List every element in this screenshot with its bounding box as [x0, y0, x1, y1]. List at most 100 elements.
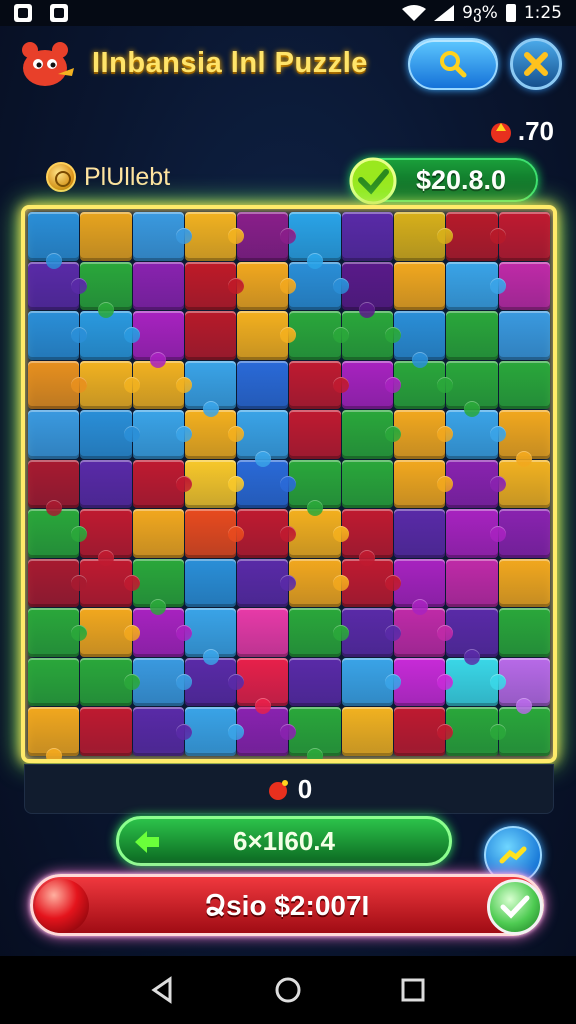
- puzzle-piece[interactable]: [394, 360, 454, 410]
- puzzle-piece[interactable]: [341, 261, 394, 318]
- puzzle-piece[interactable]: [446, 261, 507, 311]
- puzzle-piece[interactable]: [341, 459, 394, 509]
- puzzle-piece[interactable]: [28, 509, 88, 558]
- puzzle-piece[interactable]: [394, 707, 454, 756]
- action-bar[interactable]: Ձsio $2:007I: [30, 874, 544, 936]
- puzzle-piece[interactable]: [237, 657, 289, 714]
- puzzle-piece[interactable]: [132, 459, 193, 509]
- puzzle-piece[interactable]: [184, 558, 237, 608]
- nav-recents-icon[interactable]: [398, 975, 428, 1005]
- puzzle-piece[interactable]: [394, 212, 454, 261]
- moves-pill[interactable]: 6×1I60.4: [116, 816, 452, 866]
- puzzle-piece[interactable]: [132, 212, 193, 261]
- puzzle-piece[interactable]: [394, 261, 446, 311]
- puzzle-piece[interactable]: [28, 657, 80, 707]
- puzzle-piece[interactable]: [341, 657, 402, 707]
- puzzle-piece[interactable]: [184, 360, 237, 417]
- puzzle-piece[interactable]: [184, 311, 237, 360]
- puzzle-piece[interactable]: [341, 212, 394, 261]
- puzzle-piece[interactable]: [446, 410, 507, 459]
- puzzle-piece[interactable]: [498, 360, 550, 410]
- puzzle-piece[interactable]: [184, 509, 245, 558]
- puzzle-piece[interactable]: [341, 509, 394, 566]
- puzzle-piece[interactable]: [237, 410, 289, 467]
- puzzle-piece[interactable]: [80, 558, 140, 608]
- puzzle-piece[interactable]: [237, 311, 297, 360]
- puzzle-piece[interactable]: [289, 212, 341, 268]
- puzzle-piece[interactable]: [289, 657, 341, 707]
- puzzle-piece[interactable]: [132, 410, 193, 459]
- puzzle-piece[interactable]: [237, 707, 297, 756]
- puzzle-piece[interactable]: [341, 311, 402, 360]
- puzzle-piece[interactable]: [446, 558, 498, 608]
- puzzle-piece[interactable]: [28, 459, 80, 516]
- puzzle-piece[interactable]: [237, 212, 297, 261]
- puzzle-piece[interactable]: [341, 360, 402, 410]
- puzzle-piece[interactable]: [28, 261, 88, 311]
- puzzle-piece[interactable]: [289, 558, 350, 608]
- puzzle-piece[interactable]: [184, 410, 245, 459]
- puzzle-piece[interactable]: [289, 311, 350, 360]
- puzzle-piece[interactable]: [498, 311, 550, 360]
- nav-home-icon[interactable]: [273, 975, 303, 1005]
- puzzle-piece[interactable]: [446, 657, 507, 707]
- puzzle-piece[interactable]: [184, 459, 245, 509]
- puzzle-piece[interactable]: [80, 311, 140, 360]
- puzzle-piece[interactable]: [28, 707, 80, 759]
- puzzle-piece[interactable]: [341, 410, 402, 459]
- puzzle-piece[interactable]: [446, 707, 507, 756]
- puzzle-piece[interactable]: [28, 558, 88, 608]
- puzzle-piece[interactable]: [184, 261, 245, 311]
- puzzle-piece[interactable]: [394, 558, 446, 615]
- puzzle-piece[interactable]: [132, 657, 193, 707]
- puzzle-piece[interactable]: [28, 608, 88, 657]
- puzzle-piece[interactable]: [80, 608, 140, 657]
- puzzle-piece[interactable]: [237, 558, 297, 608]
- puzzle-piece[interactable]: [446, 509, 507, 558]
- puzzle-piece[interactable]: [341, 608, 402, 657]
- puzzle-piece[interactable]: [289, 360, 350, 410]
- puzzle-piece[interactable]: [28, 311, 88, 360]
- puzzle-piece[interactable]: [184, 707, 245, 756]
- puzzle-piece[interactable]: [394, 410, 454, 459]
- confirm-button[interactable]: [487, 879, 543, 935]
- puzzle-piece[interactable]: [289, 261, 350, 311]
- puzzle-piece[interactable]: [80, 459, 132, 509]
- puzzle-piece[interactable]: [289, 608, 350, 657]
- puzzle-piece[interactable]: [132, 707, 193, 756]
- puzzle-piece[interactable]: [132, 558, 184, 615]
- puzzle-piece[interactable]: [237, 459, 297, 509]
- puzzle-piece[interactable]: [289, 410, 341, 459]
- puzzle-piece[interactable]: [237, 261, 297, 311]
- nav-back-icon[interactable]: [148, 975, 178, 1005]
- puzzle-piece[interactable]: [289, 509, 350, 558]
- puzzle-piece[interactable]: [237, 360, 289, 410]
- puzzle-piece[interactable]: [394, 459, 454, 509]
- puzzle-piece[interactable]: [498, 509, 550, 558]
- puzzle-piece[interactable]: [80, 360, 140, 410]
- puzzle-piece[interactable]: [28, 410, 80, 459]
- puzzle-piece[interactable]: [132, 608, 193, 657]
- puzzle-piece[interactable]: [446, 212, 507, 261]
- puzzle-piece[interactable]: [80, 707, 132, 756]
- puzzle-piece[interactable]: [184, 212, 245, 261]
- puzzle-piece[interactable]: [498, 657, 550, 714]
- puzzle-piece[interactable]: [80, 212, 132, 261]
- puzzle-piece[interactable]: [289, 459, 341, 516]
- puzzle-piece[interactable]: [498, 212, 550, 261]
- puzzle-piece[interactable]: [341, 707, 394, 756]
- puzzle-piece[interactable]: [341, 558, 402, 608]
- puzzle-piece[interactable]: [498, 261, 550, 311]
- puzzle-piece[interactable]: [498, 707, 550, 756]
- puzzle-piece[interactable]: [498, 558, 550, 608]
- puzzle-piece[interactable]: [28, 360, 88, 410]
- puzzle-piece[interactable]: [132, 261, 184, 311]
- puzzle-piece[interactable]: [394, 608, 454, 657]
- puzzle-piece[interactable]: [80, 410, 140, 459]
- puzzle-piece[interactable]: [28, 212, 80, 268]
- puzzle-piece[interactable]: [446, 459, 507, 509]
- puzzle-piece[interactable]: [446, 311, 498, 360]
- puzzle-piece[interactable]: [80, 509, 132, 566]
- puzzle-piece[interactable]: [446, 360, 498, 417]
- puzzle-piece[interactable]: [80, 657, 140, 707]
